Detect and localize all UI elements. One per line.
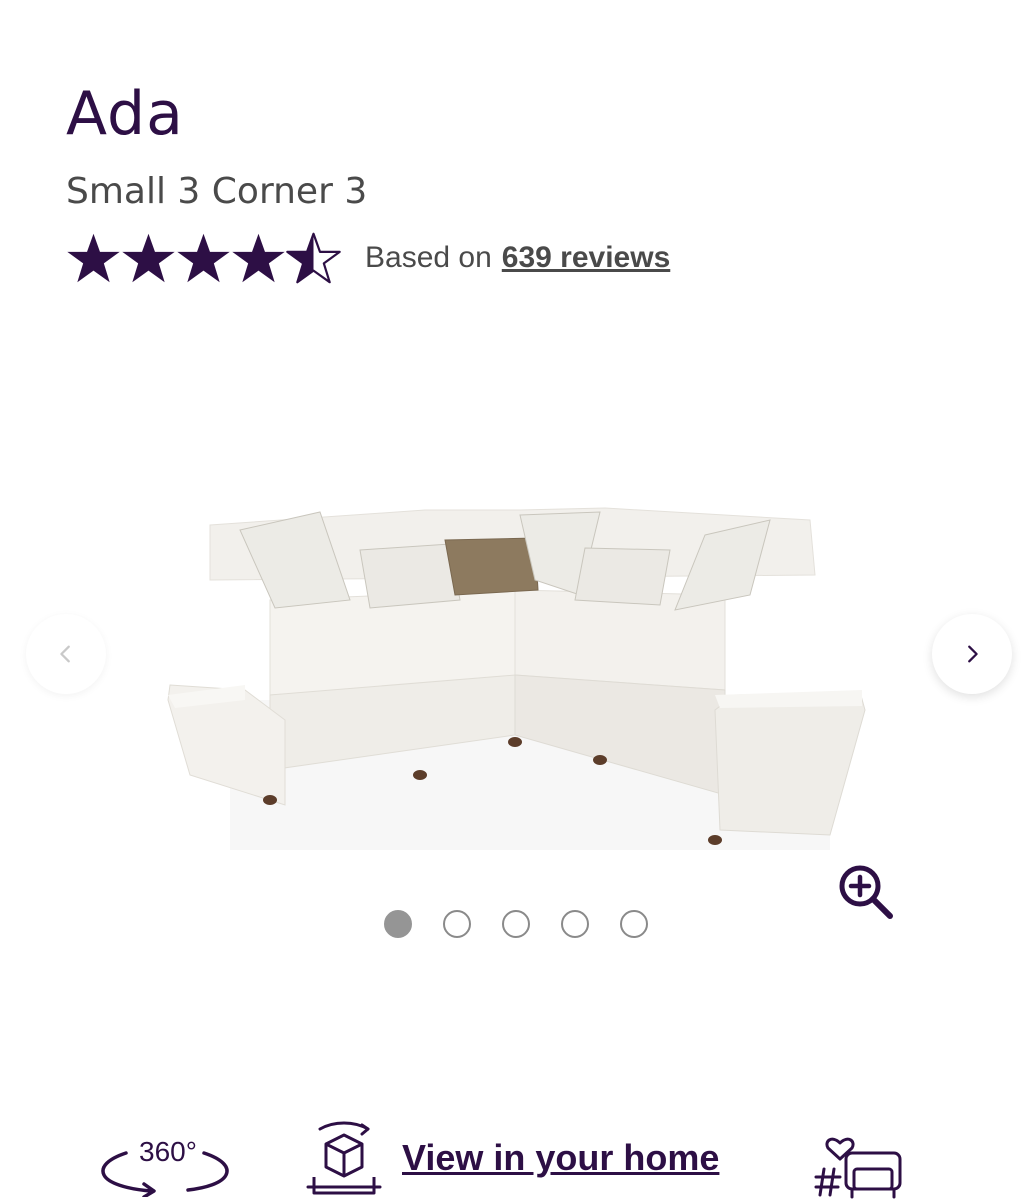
product-actions: 360° View in your home — [0, 1115, 1031, 1200]
gallery-dot[interactable] — [502, 910, 530, 938]
hashtag-sofa-heart-icon[interactable] — [814, 1121, 906, 1201]
previous-image-button[interactable] — [26, 614, 106, 694]
product-image-gallery[interactable] — [0, 320, 1031, 960]
corner-sofa-image — [167, 507, 866, 850]
reviews-link[interactable]: 639 reviews — [502, 241, 670, 275]
star-rating — [66, 231, 341, 286]
gallery-dot[interactable] — [384, 910, 412, 938]
star-full-icon — [67, 233, 120, 282]
star-half-icon — [286, 232, 341, 283]
zoom-in-icon[interactable] — [836, 862, 896, 922]
gallery-pagination — [384, 910, 679, 938]
product-title: Ada — [66, 79, 184, 149]
view-360-label: 360° — [139, 1136, 197, 1167]
rating-summary: Based on 639 reviews — [66, 230, 670, 286]
star-full-icon — [177, 233, 230, 282]
gallery-dot[interactable] — [620, 910, 648, 938]
star-full-icon — [122, 233, 175, 282]
chevron-left-icon — [60, 645, 70, 663]
gallery-dot[interactable] — [443, 910, 471, 938]
view-in-home-icon — [306, 1121, 382, 1195]
gallery-dot[interactable] — [561, 910, 589, 938]
view-in-your-home-link[interactable]: View in your home — [402, 1137, 719, 1179]
next-image-button[interactable] — [932, 614, 1012, 694]
view-360-button[interactable]: 360° — [96, 1131, 234, 1197]
chevron-right-icon — [968, 645, 978, 663]
rating-based-on-label: Based on — [365, 241, 492, 274]
star-full-icon — [232, 233, 285, 282]
product-variant: Small 3 Corner 3 — [66, 171, 368, 212]
